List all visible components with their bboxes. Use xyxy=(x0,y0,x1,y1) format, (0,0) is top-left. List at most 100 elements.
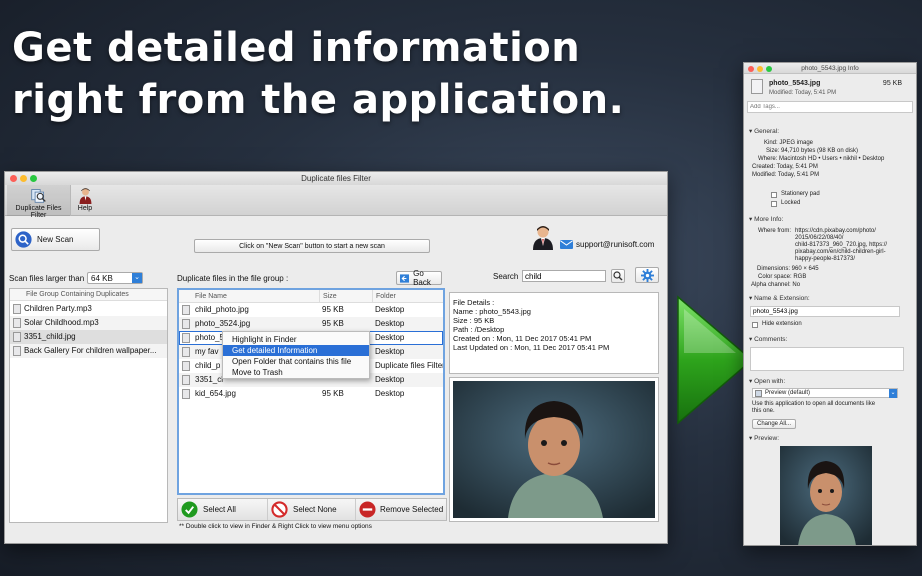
where-from-values: https://cdn.pixabay.com/photo/ 2015/06/2… xyxy=(795,228,887,263)
cell-folder: Desktop xyxy=(375,305,405,314)
remove-selected-label: Remove Selected xyxy=(380,505,444,514)
cell-file-name: child_p xyxy=(195,361,221,370)
go-back-button[interactable]: Go Back xyxy=(396,269,442,287)
details-size: Size : 95 KB xyxy=(453,316,495,325)
file-icon xyxy=(182,304,190,315)
select-all-button[interactable]: Select All xyxy=(178,499,268,520)
info-titlebar: photo_5543.jpg Info xyxy=(744,63,916,74)
file-icon xyxy=(182,374,190,385)
col-folder[interactable]: Folder xyxy=(372,290,396,303)
file-icon xyxy=(182,388,190,399)
go-back-label: Go Back xyxy=(413,269,431,287)
tags-input[interactable] xyxy=(747,101,913,113)
preview-section[interactable]: Preview: xyxy=(749,434,779,442)
file-details-panel: File Details : Name : photo_5543.jpg Siz… xyxy=(449,292,659,374)
table-header: File Name Size Folder xyxy=(179,290,443,303)
headline-line2: right from the application. xyxy=(12,77,625,123)
comments-section[interactable]: Comments: xyxy=(749,335,787,343)
more-info-section[interactable]: More Info: xyxy=(749,215,783,223)
search-input[interactable] xyxy=(522,270,606,282)
info-modified: Modified: Today, 5:41 PM xyxy=(769,90,837,96)
open-with-section[interactable]: Open with: xyxy=(749,377,785,385)
info-minimize-button[interactable] xyxy=(757,65,763,72)
select-all-label: Select All xyxy=(203,505,236,514)
info-where: Where: Macintosh HD • Users • nikhil • D… xyxy=(758,156,885,162)
cell-size: 95 KB xyxy=(322,389,344,398)
table-row[interactable]: photo_3524.jpg 95 KB Desktop xyxy=(179,317,443,331)
info-window: photo_5543.jpg Info photo_5543.jpg 95 KB… xyxy=(743,62,917,546)
group-list-item[interactable]: Back Gallery For children wallpaper... xyxy=(10,344,167,358)
window-title: Duplicate files Filter xyxy=(301,174,371,183)
settings-button[interactable] xyxy=(635,267,659,283)
stationery-checkbox[interactable]: Stationery pad xyxy=(771,191,820,198)
scan-size-value: 64 KB xyxy=(91,273,113,283)
where-from-line: pixabay.com/en/child-children-girl- xyxy=(795,249,886,255)
locked-checkbox[interactable]: Locked xyxy=(771,200,800,207)
scan-size-select[interactable]: 64 KB ⌄ xyxy=(87,272,143,284)
scan-status-text: Click on "New Scan" button to start a ne… xyxy=(239,242,385,250)
file-icon xyxy=(182,318,190,329)
where-from-line: child-817373_960_720.jpg, https:// xyxy=(795,242,888,248)
select-none-button[interactable]: Select None xyxy=(268,499,356,520)
info-title: photo_5543.jpg Info xyxy=(801,65,859,72)
col-size[interactable]: Size xyxy=(319,290,337,303)
toolbar-help[interactable]: Help xyxy=(73,185,97,216)
info-zoom-button[interactable] xyxy=(766,65,772,72)
file-icon xyxy=(13,303,21,314)
file-icon xyxy=(13,345,21,356)
toolbar-duplicate-filter[interactable]: Duplicate Files Filter xyxy=(7,185,71,219)
close-window-button[interactable] xyxy=(10,175,17,182)
cell-folder: Desktop xyxy=(375,375,405,384)
minimize-window-button[interactable] xyxy=(20,175,27,182)
table-row[interactable]: child_photo.jpg 95 KB Desktop xyxy=(179,303,443,317)
name-field[interactable] xyxy=(750,306,900,317)
col-file-name[interactable]: File Name xyxy=(195,290,227,303)
app-window: Duplicate files Filter Duplicate Files F… xyxy=(4,171,668,544)
group-list-item[interactable]: Children Party.mp3 xyxy=(10,302,167,316)
minus-icon xyxy=(359,501,376,518)
back-arrow-icon xyxy=(400,273,410,283)
menu-highlight-in-finder[interactable]: Highlight in Finder xyxy=(223,334,369,345)
checkmark-icon xyxy=(181,501,198,518)
group-list-item[interactable]: Solar Childhood.mp3 xyxy=(10,316,167,330)
comments-field[interactable] xyxy=(750,347,904,371)
search-button[interactable] xyxy=(611,269,625,283)
file-icon xyxy=(13,317,21,328)
menu-move-to-trash[interactable]: Move to Trash xyxy=(223,367,369,378)
table-row[interactable]: kid_654.jpg 95 KB Desktop xyxy=(179,387,443,401)
toolbar-duplicate-label: Duplicate Files Filter xyxy=(15,205,62,219)
menu-open-folder[interactable]: Open Folder that contains this file xyxy=(223,356,369,367)
search-icon xyxy=(613,271,623,281)
group-label: Duplicate files in the file group : xyxy=(177,274,289,283)
titlebar: Duplicate files Filter xyxy=(5,172,667,185)
duplicate-filter-icon xyxy=(31,189,46,203)
info-modified-full: Modified: Today, 5:41 PM xyxy=(752,172,820,178)
cell-folder: Duplicate files Filter xyxy=(375,361,443,370)
remove-selected-button[interactable]: Remove Selected xyxy=(356,499,443,520)
cell-file-name: child_photo.jpg xyxy=(195,305,249,314)
change-all-button[interactable]: Change All... xyxy=(752,419,797,429)
new-scan-button[interactable]: New Scan xyxy=(11,228,100,251)
info-file-size: 95 KB xyxy=(882,80,902,87)
menu-get-detailed-information[interactable]: Get detailed Information xyxy=(223,345,369,356)
scan-status-bar: Click on "New Scan" button to start a ne… xyxy=(194,239,430,253)
hide-extension-checkbox[interactable]: Hide extension xyxy=(752,321,802,328)
name-extension-section[interactable]: Name & Extension: xyxy=(749,294,810,302)
open-with-note-1: Use this application to open all documen… xyxy=(752,401,876,407)
general-section[interactable]: General: xyxy=(749,127,779,135)
support-contact[interactable]: support@runisoft.com xyxy=(560,240,654,249)
scan-size-label: Scan files larger than xyxy=(9,274,85,283)
context-menu: Highlight in Finder Get detailed Informa… xyxy=(222,331,370,379)
open-with-select[interactable]: Preview (default) ⌄ xyxy=(752,388,898,398)
where-from-line: happy-people-817373/ xyxy=(795,256,856,262)
group-item-label: 3351_child.jpg xyxy=(24,332,76,341)
details-path: Path : /Desktop xyxy=(453,325,505,334)
group-list-item[interactable]: 3351_child.jpg xyxy=(10,330,167,344)
zoom-window-button[interactable] xyxy=(30,175,37,182)
help-person-icon xyxy=(79,188,91,204)
chevron-down-icon: ⌄ xyxy=(132,273,142,283)
stationery-label: Stationery pad xyxy=(781,191,820,197)
window-controls xyxy=(10,175,37,182)
info-close-button[interactable] xyxy=(748,65,754,72)
support-email[interactable]: support@runisoft.com xyxy=(576,240,654,249)
